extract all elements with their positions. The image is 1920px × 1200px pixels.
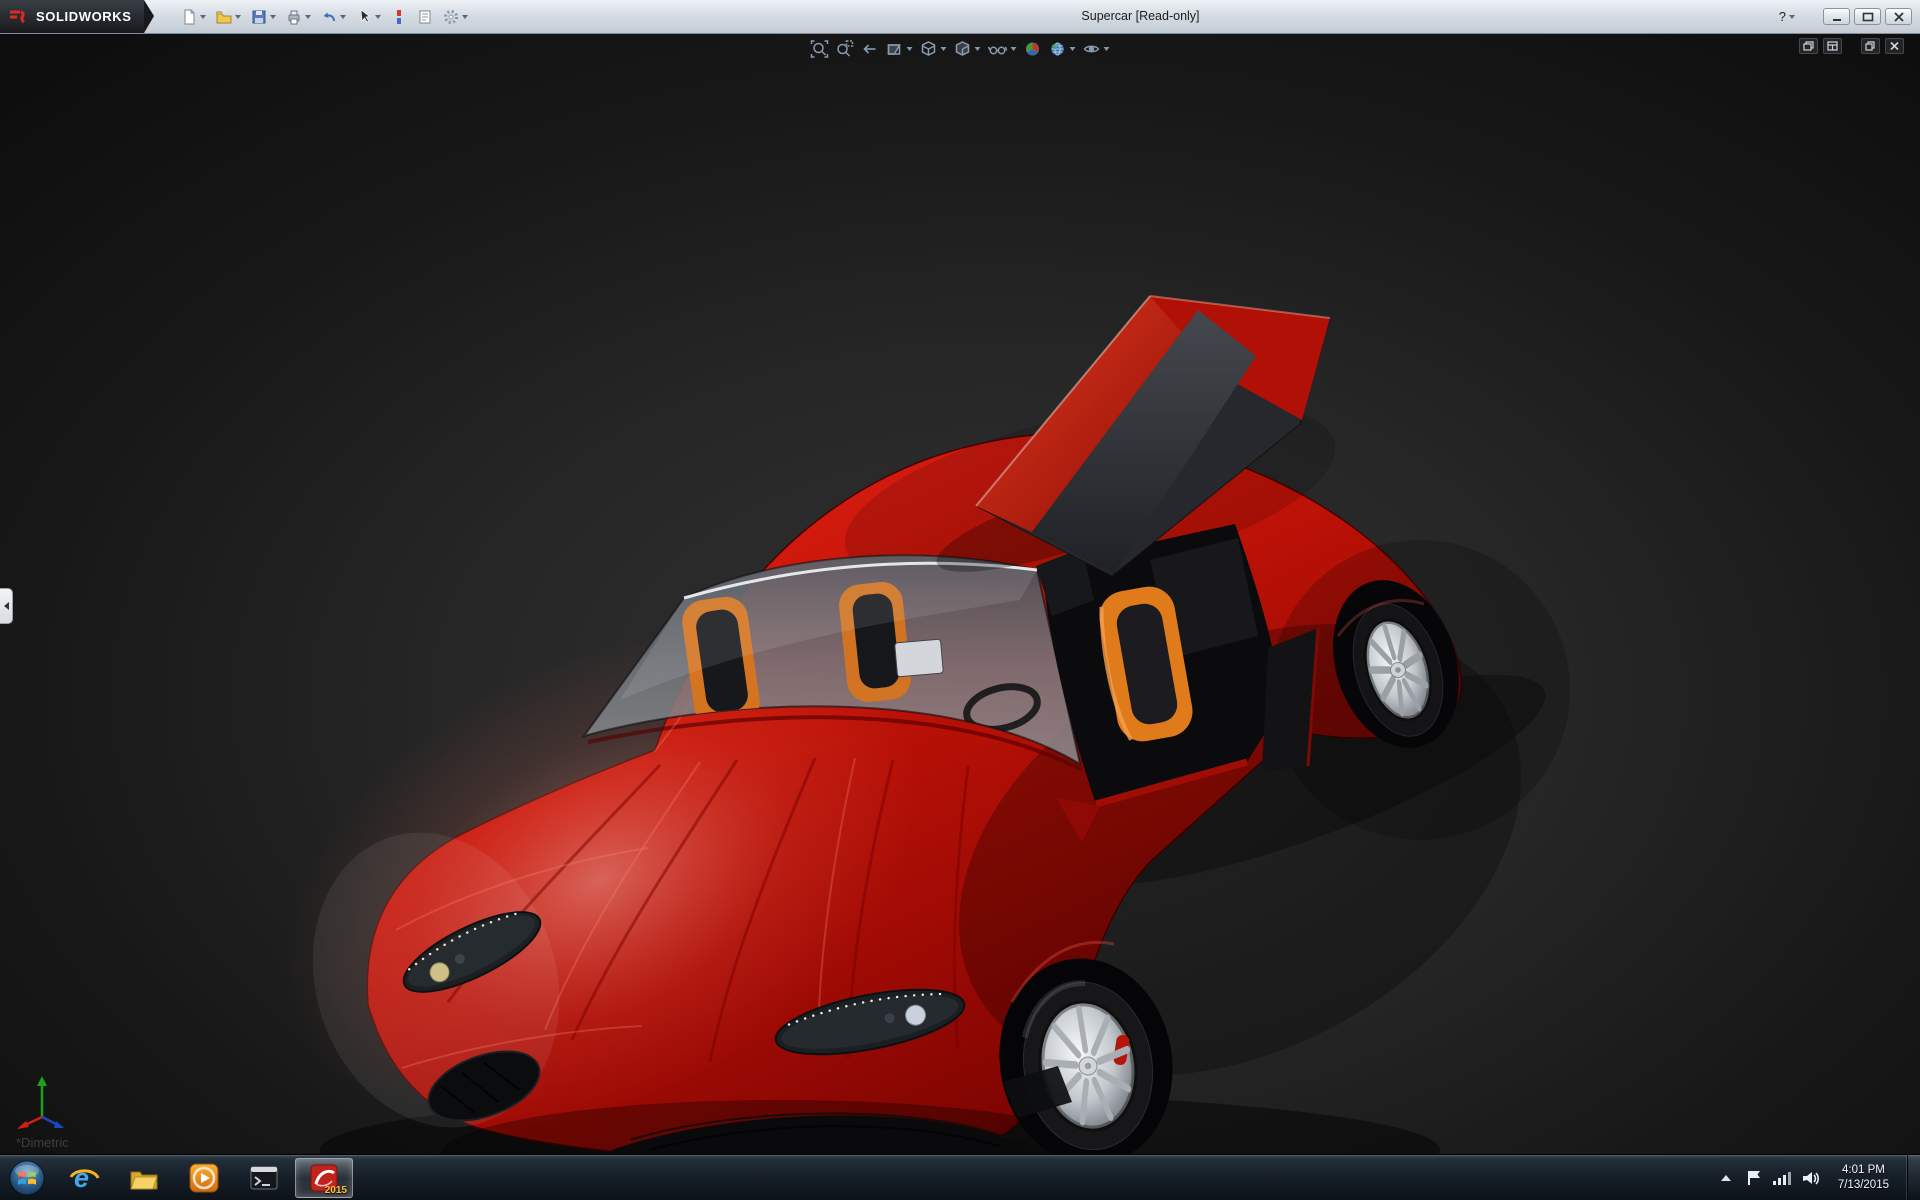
graphics-area[interactable]: *Dimetric bbox=[0, 33, 1920, 1155]
edit-appearance-button[interactable] bbox=[1022, 37, 1044, 61]
media-player-icon bbox=[189, 1163, 219, 1193]
taskbar-windows-explorer[interactable] bbox=[115, 1158, 173, 1198]
window-controls: ? bbox=[1773, 0, 1912, 33]
previous-view-button[interactable] bbox=[859, 37, 881, 61]
glasses-icon bbox=[988, 40, 1008, 58]
scene-globe-icon bbox=[1049, 40, 1067, 58]
maximize-button[interactable] bbox=[1854, 8, 1881, 25]
show-hidden-icons-icon bbox=[1719, 1172, 1733, 1184]
restore-document-icon bbox=[1865, 41, 1876, 51]
taskbar-solidworks-2015[interactable]: 2015 bbox=[295, 1158, 353, 1198]
taskbar-internet-explorer[interactable]: e bbox=[55, 1158, 113, 1198]
clock-date: 7/13/2015 bbox=[1838, 1178, 1889, 1193]
window-title: Supercar [Read-only] bbox=[1081, 0, 1199, 33]
system-tray: 4:01 PM 7/13/2015 bbox=[1716, 1155, 1920, 1200]
save-icon bbox=[251, 9, 267, 25]
taskbar-clock[interactable]: 4:01 PM 7/13/2015 bbox=[1828, 1163, 1899, 1193]
window-titlebar: SOLIDWORKS bbox=[0, 0, 1920, 34]
tile-windows-button[interactable] bbox=[1823, 38, 1842, 54]
close-document-button[interactable] bbox=[1885, 38, 1904, 54]
open-folder-icon bbox=[216, 9, 232, 25]
internet-explorer-icon: e bbox=[68, 1162, 100, 1194]
help-button[interactable]: ? bbox=[1773, 8, 1801, 25]
minimize-button[interactable] bbox=[1823, 8, 1850, 25]
view-orientation-cube-icon bbox=[920, 40, 938, 58]
dashboard-screen bbox=[895, 639, 944, 677]
zoom-to-fit-button[interactable] bbox=[809, 37, 831, 61]
cascade-windows-icon bbox=[1803, 41, 1814, 51]
windows-taskbar: e 2015 bbox=[0, 1154, 1920, 1200]
appearance-ball-icon bbox=[1024, 40, 1042, 58]
speaker-icon bbox=[1801, 1169, 1819, 1187]
select-cursor-icon bbox=[356, 9, 372, 25]
start-button[interactable] bbox=[0, 1155, 54, 1200]
featuremanager-flyout-tab[interactable] bbox=[0, 588, 13, 624]
apply-scene-button[interactable] bbox=[1047, 37, 1078, 61]
zoom-to-area-button[interactable] bbox=[834, 37, 856, 61]
new-document-button[interactable] bbox=[178, 4, 209, 30]
view-settings-button[interactable] bbox=[1081, 37, 1112, 61]
undo-button[interactable] bbox=[318, 4, 349, 30]
options-gear-icon bbox=[443, 9, 459, 25]
previous-view-icon bbox=[861, 40, 879, 58]
print-icon bbox=[286, 9, 302, 25]
network-button[interactable] bbox=[1772, 1158, 1792, 1198]
close-document-icon bbox=[1889, 41, 1900, 51]
cascade-windows-button[interactable] bbox=[1799, 38, 1818, 54]
action-center-flag-icon bbox=[1746, 1169, 1762, 1187]
ie-letter: e bbox=[74, 1163, 89, 1193]
rebuild-button[interactable] bbox=[388, 4, 410, 30]
zoom-to-fit-icon bbox=[811, 40, 829, 58]
menu-expand-arrow[interactable] bbox=[144, 0, 154, 33]
section-view-button[interactable] bbox=[884, 37, 915, 61]
brand-text: SOLIDWORKS bbox=[36, 9, 132, 24]
clock-time: 4:01 PM bbox=[1838, 1163, 1889, 1178]
windows-start-orb-icon bbox=[8, 1159, 46, 1197]
folder-icon bbox=[128, 1164, 160, 1192]
volume-button[interactable] bbox=[1800, 1158, 1820, 1198]
file-properties-icon bbox=[417, 9, 433, 25]
select-button[interactable] bbox=[353, 4, 384, 30]
close-icon bbox=[1893, 12, 1905, 22]
tile-windows-icon bbox=[1827, 41, 1838, 51]
view-orientation-label: *Dimetric bbox=[16, 1135, 69, 1150]
display-style-button[interactable] bbox=[952, 37, 983, 61]
new-document-icon bbox=[181, 9, 197, 25]
view-settings-eye-icon bbox=[1083, 40, 1101, 58]
undo-icon bbox=[321, 9, 337, 25]
taskbar-command-prompt[interactable] bbox=[235, 1158, 293, 1198]
side-intake[interactable] bbox=[1262, 628, 1318, 772]
view-orientation-button[interactable] bbox=[918, 37, 949, 61]
close-button[interactable] bbox=[1885, 8, 1912, 25]
section-view-icon bbox=[886, 40, 904, 58]
help-label: ? bbox=[1779, 9, 1786, 24]
file-properties-button[interactable] bbox=[414, 4, 436, 30]
titlebar-toolbar bbox=[178, 4, 471, 30]
print-button[interactable] bbox=[283, 4, 314, 30]
show-desktop-button[interactable] bbox=[1907, 1155, 1920, 1200]
minimize-icon bbox=[1831, 12, 1843, 22]
heads-up-view-toolbar bbox=[809, 37, 1112, 61]
open-document-button[interactable] bbox=[213, 4, 244, 30]
restore-document-button[interactable] bbox=[1861, 38, 1880, 54]
collapse-arrow-icon bbox=[4, 602, 9, 610]
taskbar-media-player[interactable] bbox=[175, 1158, 233, 1198]
document-window-controls bbox=[1799, 38, 1904, 54]
supercar-model[interactable] bbox=[0, 33, 1920, 1155]
action-center-button[interactable] bbox=[1744, 1158, 1764, 1198]
network-signal-icon bbox=[1772, 1169, 1792, 1187]
hidden-icons-button[interactable] bbox=[1716, 1158, 1736, 1198]
zoom-to-area-icon bbox=[836, 40, 854, 58]
save-button[interactable] bbox=[248, 4, 279, 30]
solidworks-brand: SOLIDWORKS bbox=[0, 0, 144, 33]
hide-show-items-button[interactable] bbox=[986, 37, 1019, 61]
solidworks-version-badge: 2015 bbox=[325, 1185, 347, 1196]
display-style-icon bbox=[954, 40, 972, 58]
options-button[interactable] bbox=[440, 4, 471, 30]
command-prompt-icon bbox=[249, 1164, 279, 1192]
rebuild-icon bbox=[391, 9, 407, 25]
solidworks-logo-icon bbox=[8, 8, 30, 26]
orientation-triad bbox=[16, 1073, 78, 1133]
maximize-icon bbox=[1862, 12, 1874, 22]
